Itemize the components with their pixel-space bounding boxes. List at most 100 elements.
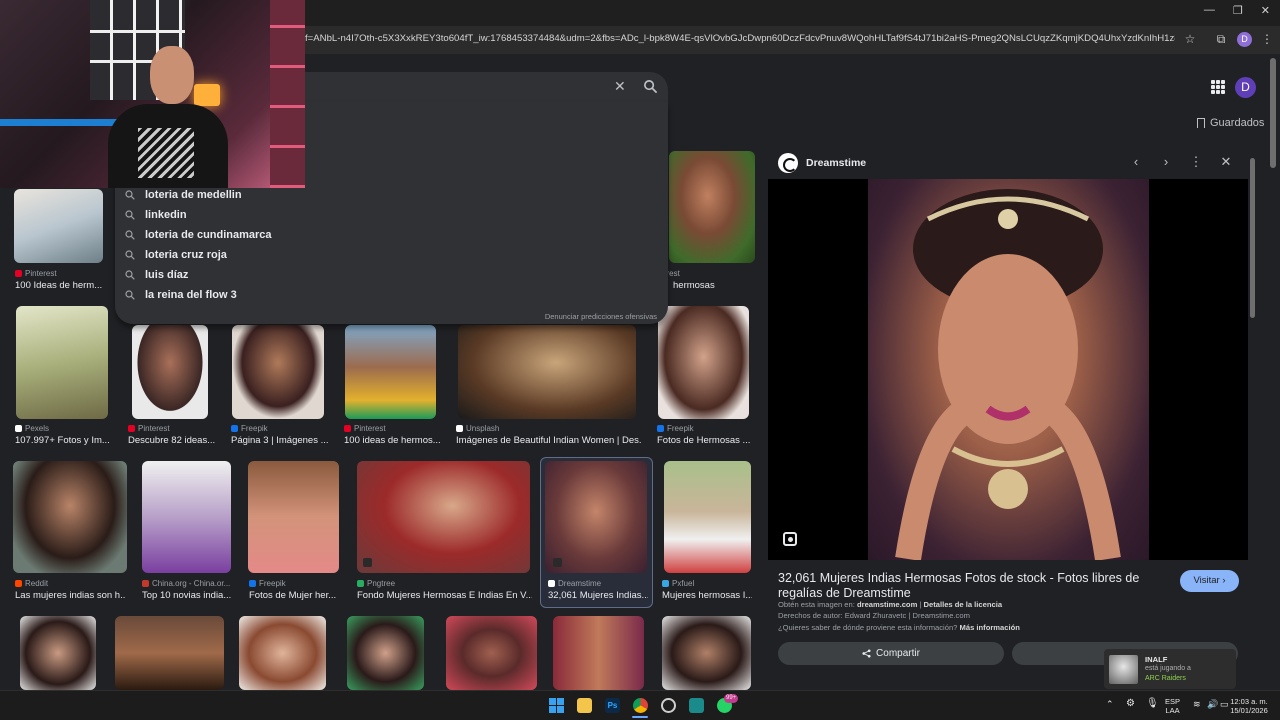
obs-icon[interactable] xyxy=(661,698,676,713)
clear-search-icon[interactable]: ✕ xyxy=(614,78,626,95)
close-panel-icon[interactable]: ✕ xyxy=(1218,154,1234,170)
url-text[interactable]: f=ANbL-n4I7Oth-c5X3XxkREY3to604fT_iw:176… xyxy=(305,33,1175,44)
extensions-icon[interactable]: ⧉ xyxy=(1214,32,1228,47)
result-caption[interactable]: 100 Ideas de herm... xyxy=(15,280,115,291)
share-button[interactable]: Compartir xyxy=(778,642,1004,665)
panel-scrollbar[interactable] xyxy=(1250,158,1255,318)
preview-image[interactable] xyxy=(868,179,1149,560)
result-image[interactable] xyxy=(669,151,755,263)
clock[interactable]: 12:03 a. m. 15/01/2026 xyxy=(1226,697,1272,715)
result-image[interactable] xyxy=(662,616,751,690)
streamdeck-icon[interactable] xyxy=(689,698,704,713)
result-image[interactable] xyxy=(248,461,339,573)
microphone-icon[interactable]: 🎙 xyxy=(1146,699,1159,709)
result-image[interactable] xyxy=(13,461,127,573)
tray-expand-icon[interactable]: ⌃ xyxy=(1106,700,1114,709)
suggestion-item[interactable]: loteria cruz roja xyxy=(125,245,227,265)
volume-icon[interactable]: 🔊 xyxy=(1207,700,1218,709)
next-image-icon[interactable]: › xyxy=(1158,154,1174,169)
result-image[interactable] xyxy=(142,461,231,573)
bookmark-icon xyxy=(1197,118,1205,128)
report-predictions-link[interactable]: Denunciar predicciones ofensivas xyxy=(545,312,657,321)
result-image[interactable] xyxy=(545,461,647,573)
source-site-link[interactable]: dreamstime.com xyxy=(857,600,917,609)
result-source[interactable]: China.org - China.or... xyxy=(142,579,230,588)
result-image[interactable] xyxy=(664,461,751,573)
panel-source-name[interactable]: Dreamstime xyxy=(806,157,866,169)
result-caption[interactable]: Fotos de Hermosas ... xyxy=(657,435,752,446)
result-image[interactable] xyxy=(115,616,224,690)
close-window-button[interactable]: ✕ xyxy=(1261,4,1270,17)
result-image[interactable] xyxy=(446,616,537,690)
result-image[interactable] xyxy=(658,306,749,419)
result-source[interactable]: Reddit xyxy=(15,579,48,588)
result-source[interactable]: Unsplash xyxy=(456,424,499,433)
search-icon[interactable] xyxy=(643,79,658,94)
result-image[interactable] xyxy=(345,325,436,419)
suggestion-item[interactable]: linkedin xyxy=(125,205,187,225)
result-source[interactable]: Pexels xyxy=(15,424,49,433)
result-caption[interactable]: Top 10 novias india... xyxy=(142,590,237,601)
result-caption[interactable]: hermosas xyxy=(673,280,753,291)
google-apps-icon[interactable] xyxy=(1211,80,1225,94)
chrome-icon[interactable] xyxy=(633,698,648,713)
minimize-button[interactable]: — xyxy=(1204,4,1215,17)
result-image[interactable] xyxy=(16,306,108,419)
result-caption[interactable]: Fotos de Mujer her... xyxy=(249,590,341,601)
result-image[interactable] xyxy=(357,461,530,573)
photoshop-icon[interactable]: Ps xyxy=(605,698,620,713)
result-source[interactable]: Dreamstime xyxy=(548,579,601,588)
page-scrollbar[interactable] xyxy=(1270,58,1276,168)
language-indicator[interactable]: ESP LAA xyxy=(1165,697,1180,715)
result-image[interactable] xyxy=(347,616,424,690)
windows-start-icon[interactable] xyxy=(549,698,564,713)
result-source[interactable]: Freepik xyxy=(657,424,694,433)
panel-image-title[interactable]: 32,061 Mujeres Indias Hermosas Fotos de … xyxy=(778,571,1170,601)
result-source[interactable]: Freepik xyxy=(231,424,268,433)
unsplash-icon xyxy=(456,425,463,432)
obtain-image-line: Obtén esta imagen en: dreamstime.com | D… xyxy=(778,600,1003,609)
account-avatar[interactable]: D xyxy=(1235,77,1256,98)
tray-app-icon[interactable]: ⚙ xyxy=(1126,699,1135,709)
saved-link[interactable]: Guardados xyxy=(1197,117,1264,129)
result-source[interactable]: Pxfuel xyxy=(662,579,694,588)
result-caption[interactable]: Descubre 82 ideas... xyxy=(128,435,218,446)
result-source[interactable]: Pinterest xyxy=(15,269,57,278)
suggestion-item[interactable]: la reina del flow 3 xyxy=(125,285,237,305)
result-source[interactable]: Pngtree xyxy=(357,579,395,588)
maximize-button[interactable]: ❐ xyxy=(1233,4,1243,17)
result-source[interactable]: Pinterest xyxy=(128,424,170,433)
browser-menu-icon[interactable]: ⋮ xyxy=(1260,32,1274,46)
result-image[interactable] xyxy=(20,616,96,690)
google-lens-icon[interactable] xyxy=(783,532,797,546)
result-caption[interactable]: 100 ideas de hermos... xyxy=(344,435,444,446)
suggestion-item[interactable]: loteria de cundinamarca xyxy=(125,225,272,245)
license-details-link[interactable]: Detalles de la licencia xyxy=(924,600,1003,609)
browser-profile-avatar[interactable]: D xyxy=(1237,32,1252,47)
result-caption[interactable]: 107.997+ Fotos y Im... xyxy=(15,435,115,446)
visit-button[interactable]: Visitar › xyxy=(1180,570,1239,592)
more-options-icon[interactable]: ⋮ xyxy=(1188,154,1204,170)
result-caption[interactable]: Mujeres hermosas I... xyxy=(662,590,752,601)
previous-image-icon[interactable]: ‹ xyxy=(1128,154,1144,169)
result-caption[interactable]: Página 3 | Imágenes ... xyxy=(231,435,331,446)
result-image[interactable] xyxy=(239,616,326,690)
result-image[interactable] xyxy=(132,325,208,419)
result-image[interactable] xyxy=(14,189,103,263)
result-caption[interactable]: 32,061 Mujeres Indias... xyxy=(548,590,648,601)
file-explorer-icon[interactable] xyxy=(577,698,592,713)
pngtree-icon xyxy=(357,580,364,587)
result-caption[interactable]: Las mujeres indias son h... xyxy=(15,590,125,601)
result-caption[interactable]: Imágenes de Beautiful Indian Women | Des… xyxy=(456,435,642,446)
result-source[interactable]: Freepik xyxy=(249,579,286,588)
more-info-link[interactable]: Más información xyxy=(960,623,1020,632)
suggestion-item[interactable]: luis díaz xyxy=(125,265,188,285)
result-source[interactable]: Pinterest xyxy=(344,424,386,433)
suggestion-item[interactable]: loteria de medellin xyxy=(125,185,242,205)
bookmark-star-icon[interactable]: ☆ xyxy=(1183,32,1197,46)
result-image[interactable] xyxy=(458,325,636,419)
wifi-icon[interactable]: ≋ xyxy=(1193,700,1201,709)
result-caption[interactable]: Fondo Mujeres Hermosas E Indias En V... xyxy=(357,590,532,601)
result-image[interactable] xyxy=(553,616,644,690)
result-image[interactable] xyxy=(232,325,324,419)
